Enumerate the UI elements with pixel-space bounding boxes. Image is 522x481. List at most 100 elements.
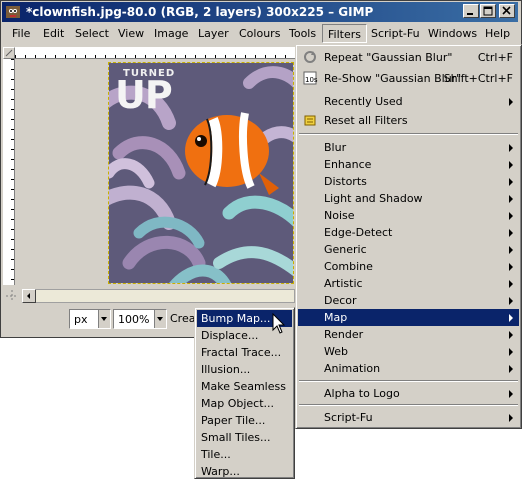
vertical-ruler[interactable] <box>3 59 15 285</box>
menu-item-distorts[interactable]: Distorts <box>298 173 519 190</box>
menu-filters[interactable]: Filters <box>322 24 367 43</box>
overlay-text-big: UP <box>115 73 173 117</box>
recently-used-label: Recently Used <box>324 95 403 108</box>
menu-item-make-seamless[interactable]: Make Seamless <box>197 378 292 395</box>
menu-script-fu[interactable]: Script-Fu <box>371 27 420 40</box>
menu-tools[interactable]: Tools <box>289 27 316 40</box>
submenu-arrow-icon <box>509 365 513 373</box>
menu-layer[interactable]: Layer <box>198 27 229 40</box>
menu-item-noise[interactable]: Noise <box>298 207 519 224</box>
menu-item-reset-all-filters[interactable]: Reset all Filters <box>298 112 519 129</box>
paper-tile-label: Paper Tile... <box>201 414 266 427</box>
title-bar[interactable]: *clownfish.jpg-80.0 (RGB, 2 layers) 300x… <box>2 2 518 22</box>
submenu-arrow-icon <box>509 195 513 203</box>
submenu-arrow-icon <box>509 246 513 254</box>
menu-item-reshow-filter[interactable]: 10s Re-Show "Gaussian Blur" Shift+Ctrl+F <box>298 70 519 87</box>
unit-value: px <box>74 313 88 326</box>
filters-menu: Repeat "Gaussian Blur" Ctrl+F 10s Re-Sho… <box>295 44 522 429</box>
submenu-arrow-icon <box>509 212 513 220</box>
navigate-icon[interactable] <box>5 289 19 303</box>
submenu-arrow-icon <box>509 161 513 169</box>
menu-view[interactable]: View <box>118 27 144 40</box>
tile-label: Tile... <box>201 448 231 461</box>
menu-item-generic[interactable]: Generic <box>298 241 519 258</box>
submenu-arrow-icon <box>509 314 513 322</box>
maximize-icon[interactable] <box>480 4 496 18</box>
menu-item-script-fu[interactable]: Script-Fu <box>298 409 519 426</box>
repeat-shortcut: Ctrl+F <box>477 51 513 64</box>
zoom-select[interactable]: 100% <box>113 309 167 329</box>
alpha-to-logo-label: Alpha to Logo <box>324 387 400 400</box>
light-shadow-label: Light and Shadow <box>324 192 423 205</box>
distorts-label: Distorts <box>324 175 367 188</box>
mouse-cursor-icon <box>272 312 286 335</box>
submenu-arrow-icon <box>509 280 513 288</box>
menu-item-edge-detect[interactable]: Edge-Detect <box>298 224 519 241</box>
animation-label: Animation <box>324 362 381 375</box>
menu-item-light-and-shadow[interactable]: Light and Shadow <box>298 190 519 207</box>
map-object-label: Map Object... <box>201 397 275 410</box>
menu-item-artistic[interactable]: Artistic <box>298 275 519 292</box>
menu-item-map[interactable]: Map <box>298 309 519 326</box>
make-seamless-label: Make Seamless <box>201 380 286 393</box>
menu-colours[interactable]: Colours <box>239 27 280 40</box>
generic-label: Generic <box>324 243 367 256</box>
bump-map-label: Bump Map... <box>201 312 271 325</box>
menu-item-web[interactable]: Web <box>298 343 519 360</box>
menu-item-enhance[interactable]: Enhance <box>298 156 519 173</box>
minimize-icon[interactable] <box>463 4 479 18</box>
repeat-label: Repeat "Gaussian Blur" <box>324 51 453 64</box>
small-tiles-label: Small Tiles... <box>201 431 271 444</box>
menu-image[interactable]: Image <box>154 27 188 40</box>
reshow-icon: 10s <box>302 70 318 86</box>
menu-item-illusion[interactable]: Illusion... <box>197 361 292 378</box>
menu-separator <box>299 133 518 135</box>
combine-label: Combine <box>324 260 373 273</box>
menu-item-animation[interactable]: Animation <box>298 360 519 377</box>
submenu-arrow-icon <box>509 390 513 398</box>
horizontal-scrollbar[interactable] <box>22 289 295 303</box>
menu-separator <box>299 404 518 406</box>
menu-item-blur[interactable]: Blur <box>298 139 519 156</box>
warp-label: Warp... <box>201 465 240 478</box>
submenu-arrow-icon <box>509 98 513 106</box>
menu-item-combine[interactable]: Combine <box>298 258 519 275</box>
clownfish-image[interactable]: TURNED UP <box>108 62 294 284</box>
menu-item-repeat-filter[interactable]: Repeat "Gaussian Blur" Ctrl+F <box>298 49 519 66</box>
menu-item-fractal-trace[interactable]: Fractal Trace... <box>197 344 292 361</box>
chevron-down-icon[interactable] <box>154 310 166 328</box>
render-label: Render <box>324 328 364 341</box>
submenu-arrow-icon <box>509 348 513 356</box>
menu-item-paper-tile[interactable]: Paper Tile... <box>197 412 292 429</box>
submenu-arrow-icon <box>509 331 513 339</box>
menu-item-render[interactable]: Render <box>298 326 519 343</box>
menu-file[interactable]: File <box>12 27 30 40</box>
menu-item-alpha-to-logo[interactable]: Alpha to Logo <box>298 385 519 402</box>
chevron-down-icon[interactable] <box>98 310 110 328</box>
gimp-app-icon[interactable] <box>5 4 21 20</box>
submenu-arrow-icon <box>509 414 513 422</box>
horizontal-ruler[interactable] <box>15 47 295 59</box>
window-title: *clownfish.jpg-80.0 (RGB, 2 layers) 300x… <box>26 5 374 19</box>
menu-windows[interactable]: Windows <box>428 27 477 40</box>
menu-item-decor[interactable]: Decor <box>298 292 519 309</box>
menu-separator <box>299 380 518 382</box>
menu-help[interactable]: Help <box>485 27 510 40</box>
menu-item-warp[interactable]: Warp... <box>197 463 292 480</box>
reset-icon <box>302 112 318 128</box>
fractal-trace-label: Fractal Trace... <box>201 346 282 359</box>
unit-select[interactable]: px <box>69 309 111 329</box>
submenu-arrow-icon <box>509 297 513 305</box>
submenu-arrow-icon <box>509 178 513 186</box>
menu-select[interactable]: Select <box>75 27 109 40</box>
menu-item-small-tiles[interactable]: Small Tiles... <box>197 429 292 446</box>
web-label: Web <box>324 345 348 358</box>
zoom-value: 100% <box>118 313 150 326</box>
menu-item-recently-used[interactable]: Recently Used <box>298 93 519 110</box>
scroll-left-arrow-icon[interactable] <box>22 289 36 303</box>
quick-mask-corner[interactable] <box>3 47 15 59</box>
menu-edit[interactable]: Edit <box>43 27 64 40</box>
close-icon[interactable] <box>499 4 515 18</box>
menu-item-tile[interactable]: Tile... <box>197 446 292 463</box>
menu-item-map-object[interactable]: Map Object... <box>197 395 292 412</box>
